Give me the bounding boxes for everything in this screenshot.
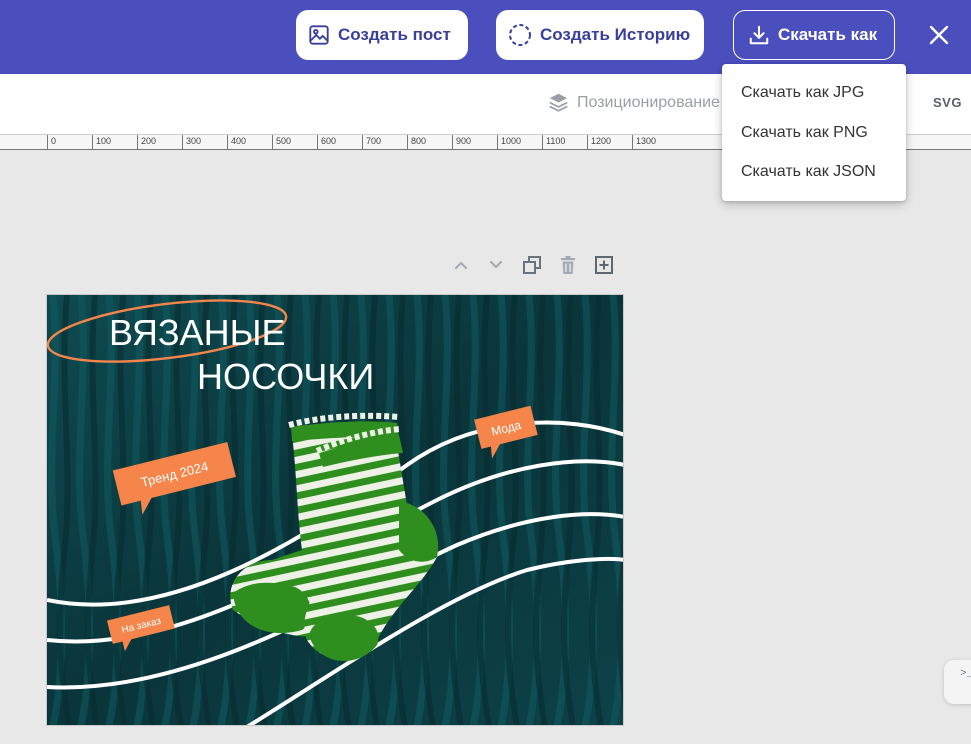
trash-icon[interactable] [557, 254, 579, 276]
ruler-tick: 700 [362, 135, 381, 150]
create-post-button[interactable]: Создать пост [296, 10, 468, 60]
dashed-circle-icon [508, 23, 532, 47]
title-line-1: ВЯЗАНЫЕ [109, 312, 285, 353]
ruler-tick: 0 [47, 135, 56, 150]
ruler-tick: 1000 [497, 135, 521, 150]
ruler-tick: 900 [452, 135, 471, 150]
download-menu: Скачать как JPG Скачать как PNG Скачать … [722, 64, 906, 201]
image-icon [308, 24, 330, 46]
create-story-button[interactable]: Создать Историю [496, 10, 704, 60]
side-panel-toggle[interactable]: >_ [944, 660, 971, 704]
ruler-tick: 100 [92, 135, 111, 150]
create-post-label: Создать пост [338, 25, 451, 44]
design-artwork: ВЯЗАНЫЕ НОСОЧКИ Тренд 2024 Мода На заказ [47, 295, 623, 725]
ruler-tick: 1300 [632, 135, 656, 150]
layers-icon [549, 93, 568, 112]
close-icon[interactable] [924, 20, 954, 50]
chevron-up-icon[interactable] [450, 254, 472, 276]
ruler-tick: 500 [272, 135, 291, 150]
positioning-label: Позиционирование [577, 93, 720, 111]
download-jpg-item[interactable]: Скачать как JPG [741, 84, 864, 102]
download-png-item[interactable]: Скачать как PNG [741, 124, 868, 142]
ruler-tick: 300 [182, 135, 201, 150]
download-as-label: Скачать как [778, 25, 878, 44]
add-box-icon[interactable] [593, 254, 615, 276]
create-story-label: Создать Историю [540, 25, 691, 44]
duplicate-icon[interactable] [521, 254, 543, 276]
ruler-tick: 800 [407, 135, 426, 150]
ruler-tick: 400 [227, 135, 246, 150]
svg-export-button[interactable]: SVG [933, 95, 962, 110]
title-line-2: НОСОЧКИ [197, 356, 374, 397]
design-canvas[interactable]: ВЯЗАНЫЕ НОСОЧКИ Тренд 2024 Мода На заказ [46, 294, 624, 726]
top-bar: Создать пост Создать Историю Скачать как [0, 0, 971, 74]
chevron-down-icon[interactable] [485, 254, 507, 276]
ruler-tick: 600 [317, 135, 336, 150]
positioning-tool[interactable]: Позиционирование [548, 92, 720, 113]
ruler-tick: 1200 [587, 135, 611, 150]
terminal-icon: >_ [960, 668, 971, 680]
ruler-tick: 1100 [542, 135, 565, 150]
ruler-tick: 200 [137, 135, 156, 150]
download-as-button[interactable]: Скачать как [733, 10, 895, 60]
download-icon [748, 24, 770, 46]
download-json-item[interactable]: Скачать как JSON [741, 163, 876, 181]
